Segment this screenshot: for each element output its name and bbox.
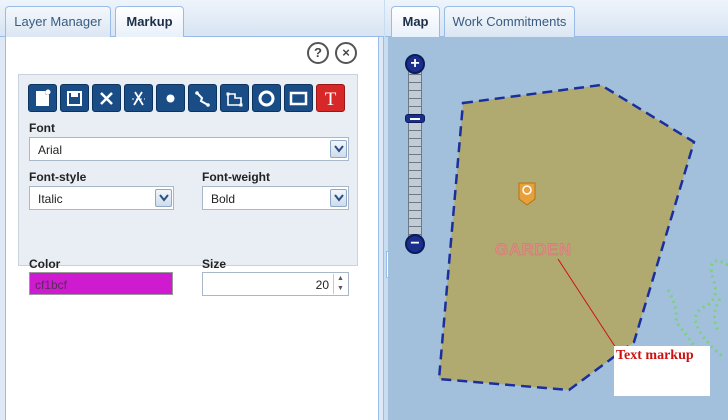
tab-markup[interactable]: Markup <box>115 6 184 38</box>
font-style-select[interactable]: Italic <box>29 186 174 210</box>
polyline-icon <box>195 91 210 107</box>
save-icon <box>67 91 82 106</box>
size-stepper[interactable]: ▲ ▼ <box>333 274 347 294</box>
font-select-value: Arial <box>38 143 63 157</box>
callout-text: Text markup <box>616 348 694 363</box>
polyline-tool-button[interactable] <box>188 84 217 112</box>
garden-path <box>694 259 728 359</box>
app-root: Layer Manager Markup ? × T Font Arial Fo… <box>0 0 728 420</box>
close-button[interactable]: × <box>335 42 357 64</box>
zoom-track[interactable] <box>408 66 422 242</box>
point-tool-button[interactable] <box>156 84 185 112</box>
markup-panel: Layer Manager Markup ? × T Font Arial Fo… <box>0 0 384 420</box>
font-weight-select-value: Bold <box>211 192 236 206</box>
garden-path-3 <box>713 298 722 331</box>
new-markup-icon <box>36 89 51 106</box>
size-field[interactable]: 20 ▲ ▼ <box>202 272 349 296</box>
garden-polygon[interactable] <box>437 83 696 392</box>
text-markup-callout: Text markup <box>614 346 710 396</box>
point-icon <box>166 94 175 103</box>
zoom-slider[interactable]: + − <box>405 54 425 254</box>
font-weight-label: Font-weight <box>202 170 270 184</box>
text-icon: T <box>325 89 337 108</box>
chevron-down-icon[interactable] <box>330 189 347 207</box>
color-field[interactable]: cf1bcf <box>29 272 173 295</box>
right-tab-bar: Map Work Commitments <box>385 0 728 38</box>
clear-selection-button[interactable] <box>124 84 153 112</box>
color-label: Color <box>29 257 61 271</box>
font-select[interactable]: Arial <box>29 137 349 161</box>
font-label: Font <box>29 121 55 135</box>
font-style-select-value: Italic <box>38 192 63 206</box>
tab-map[interactable]: Map <box>391 6 440 38</box>
delete-button[interactable] <box>92 84 121 112</box>
map-canvas[interactable]: + − GARDEN Text markup <box>388 37 728 420</box>
zoom-thumb[interactable] <box>405 114 425 123</box>
stepper-up-icon[interactable]: ▲ <box>334 274 347 284</box>
polygon-icon <box>226 92 243 107</box>
markup-form: T Font Arial Font-style Italic Font-weig… <box>18 74 358 296</box>
text-tool-button[interactable]: T <box>316 84 345 112</box>
color-field-value: cf1bcf <box>35 278 68 292</box>
help-button[interactable]: ? <box>307 42 329 64</box>
zoom-out-button[interactable]: − <box>405 234 425 254</box>
new-markup-button[interactable] <box>28 84 57 112</box>
size-label: Size <box>202 257 227 271</box>
size-field-value: 20 <box>315 278 329 292</box>
svg-text:T: T <box>325 89 337 108</box>
chevron-down-icon[interactable] <box>155 189 172 207</box>
circle-tool-button[interactable] <box>252 84 281 112</box>
chevron-down-icon[interactable] <box>330 140 347 158</box>
stepper-down-icon[interactable]: ▼ <box>334 284 347 294</box>
tab-layer-manager[interactable]: Layer Manager <box>5 6 111 37</box>
rectangle-tool-button[interactable] <box>284 84 313 112</box>
zoom-in-button[interactable]: + <box>405 54 425 74</box>
polygon-tool-button[interactable] <box>220 84 249 112</box>
left-tab-bar: Layer Manager Markup <box>0 0 384 38</box>
font-weight-select[interactable]: Bold <box>202 186 349 210</box>
clear-selection-icon <box>132 91 145 106</box>
rectangle-icon <box>289 91 308 106</box>
circle-icon <box>258 90 275 107</box>
save-button[interactable] <box>60 84 89 112</box>
delete-icon <box>100 92 113 105</box>
markup-panel-body: ? × T Font Arial Font-style Italic Font-… <box>5 37 379 420</box>
tab-work-commitments[interactable]: Work Commitments <box>444 6 575 37</box>
font-style-label: Font-style <box>29 170 87 184</box>
garden-text-markup[interactable]: GARDEN <box>495 240 572 260</box>
